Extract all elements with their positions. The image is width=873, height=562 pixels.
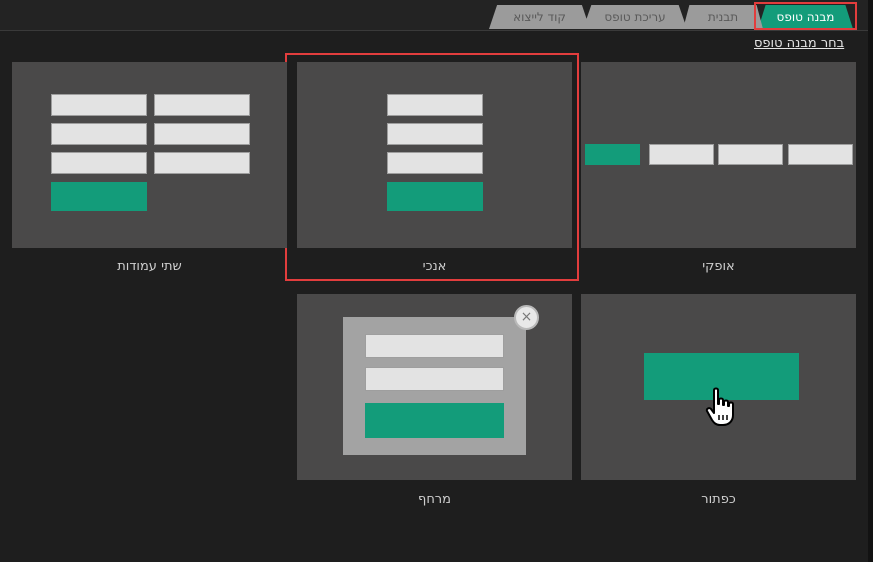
- tab-export-code[interactable]: קוד לייצוא: [489, 5, 590, 29]
- preview-field: [649, 144, 714, 165]
- layout-label-horizontal: אופקי: [702, 259, 735, 274]
- preview-field: [154, 123, 250, 145]
- preview-field: [51, 152, 147, 174]
- hand-pointer-icon: [705, 387, 734, 426]
- preview-field: [51, 94, 147, 116]
- preview-field: [154, 152, 250, 174]
- preview-field: [788, 144, 853, 165]
- tab-template[interactable]: תבנית: [683, 5, 763, 29]
- active-tab-highlight: [754, 2, 857, 30]
- preview-field: [718, 144, 783, 165]
- preview-field: [154, 94, 250, 116]
- preview-button: [51, 182, 147, 211]
- preview-field: [365, 367, 504, 391]
- preview-field: [365, 334, 504, 358]
- preview-button: [585, 144, 640, 165]
- close-icon: ×: [514, 305, 539, 330]
- selected-layout-highlight: [285, 53, 579, 281]
- layout-label-two-columns: שתי עמודות: [117, 259, 182, 274]
- preview-field: [51, 123, 147, 145]
- tab-form-editing[interactable]: עריכת טופס: [583, 5, 687, 29]
- layout-card-two-columns[interactable]: [12, 62, 287, 248]
- preview-button: [365, 403, 504, 438]
- choose-structure-heading[interactable]: בחר מבנה טופס: [754, 36, 844, 51]
- layout-label-button: כפתור: [701, 492, 736, 507]
- layout-card-horizontal[interactable]: [581, 62, 856, 248]
- window-edge: [868, 0, 873, 562]
- layout-label-floating: מרחף: [418, 492, 451, 507]
- floating-popup-preview: [343, 317, 526, 455]
